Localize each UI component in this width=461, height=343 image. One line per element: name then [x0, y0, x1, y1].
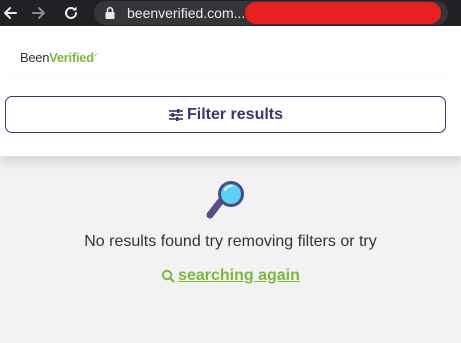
forward-arrow-icon	[32, 7, 45, 19]
search-icon	[161, 269, 175, 283]
searching-again-label: searching again	[178, 267, 300, 284]
filter-panel: Filter results	[0, 76, 461, 156]
address-bar[interactable]: beenverified.com...	[94, 1, 448, 25]
back-button[interactable]	[0, 0, 20, 26]
logo-checkmark-icon: ✓	[93, 52, 99, 59]
logo-text-verified: Verified	[49, 50, 94, 65]
url-text: beenverified.com...	[127, 5, 246, 21]
sliders-icon	[168, 108, 183, 121]
forward-button[interactable]	[28, 0, 50, 26]
reload-icon	[65, 6, 77, 19]
no-results-message: No results found try removing filters or…	[84, 233, 377, 250]
magnifying-glass-icon	[206, 181, 244, 219]
filter-button-label: Filter results	[186, 105, 284, 123]
filter-results-button[interactable]: Filter results	[5, 96, 446, 133]
search-again-row: searching again	[0, 267, 461, 285]
redaction-bar	[245, 2, 441, 24]
reload-button[interactable]	[60, 0, 82, 26]
logo-text-been: Been	[20, 50, 50, 65]
browser-toolbar: beenverified.com...	[0, 0, 461, 26]
searching-again-link[interactable]: searching again	[161, 267, 300, 285]
back-arrow-icon	[4, 7, 17, 19]
site-header: BeenVerified✓	[0, 26, 461, 76]
beenverified-logo[interactable]: BeenVerified✓	[20, 50, 99, 65]
lock-icon	[105, 6, 115, 19]
